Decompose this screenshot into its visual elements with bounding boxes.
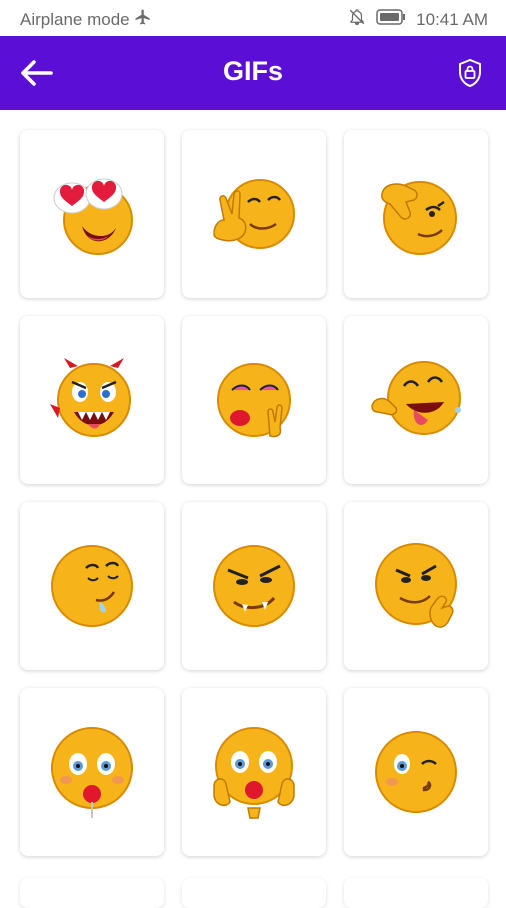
gif-card-peace-sign[interactable] (182, 130, 326, 298)
laughing-tongue-emoji-icon (371, 361, 461, 435)
lock-shield-icon (459, 58, 481, 88)
gif-grid (20, 130, 488, 856)
status-left: Airplane mode (20, 8, 152, 31)
gif-card-lollipop[interactable] (20, 688, 164, 856)
lollipop-emoji-icon (51, 727, 133, 818)
gif-card-partial[interactable] (20, 878, 164, 908)
airplane-mode-label: Airplane mode (20, 9, 130, 29)
vampire-emoji-icon (213, 545, 295, 627)
gif-card-thumbs-down[interactable] (344, 130, 488, 298)
gif-card-devil[interactable] (20, 316, 164, 484)
gif-card-wink-kiss[interactable] (344, 688, 488, 856)
thumbs-down-emoji-icon (381, 181, 457, 255)
peace-sign-emoji-icon (213, 179, 295, 249)
status-bar: Airplane mode 10:41 AM (0, 0, 506, 36)
status-time: 10:41 AM (416, 9, 488, 29)
heart-eyes-emoji-icon (53, 178, 133, 255)
smirk-thinking-emoji-icon (375, 543, 457, 628)
gif-card-vampire[interactable] (182, 502, 326, 670)
lollipop-hands-emoji-icon (213, 727, 295, 819)
gif-card-heart-eyes[interactable] (20, 130, 164, 298)
devil-emoji-icon (50, 358, 131, 437)
gif-card-laughing[interactable] (344, 316, 488, 484)
gif-card-lollipop-hands[interactable] (182, 688, 326, 856)
gif-card-drooling[interactable] (20, 502, 164, 670)
gif-card-rock-on[interactable] (182, 316, 326, 484)
gif-card-smirk[interactable] (344, 502, 488, 670)
battery-icon (376, 9, 406, 30)
app-bar: GIFs (0, 36, 506, 110)
gif-card-partial[interactable] (344, 878, 488, 908)
wink-kiss-emoji-icon (375, 731, 457, 813)
notification-off-icon (348, 8, 366, 31)
drooling-emoji-icon (51, 545, 133, 627)
airplane-icon (134, 8, 152, 31)
rock-on-kiss-emoji-icon (217, 363, 291, 438)
gif-card-partial[interactable] (182, 878, 326, 908)
page-title: GIFs (222, 56, 283, 86)
privacy-button[interactable] (454, 56, 486, 90)
status-right: 10:41 AM (348, 8, 488, 31)
